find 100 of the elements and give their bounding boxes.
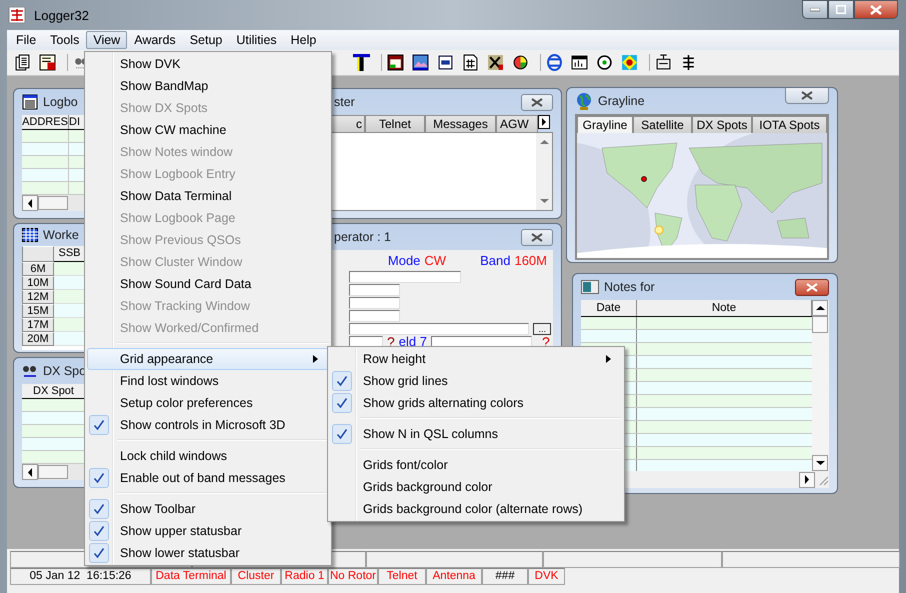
close-button[interactable] bbox=[521, 228, 553, 246]
input-field[interactable] bbox=[349, 296, 400, 308]
globe-icon[interactable] bbox=[540, 54, 563, 71]
menu-item[interactable]: Show N in QSL columns bbox=[330, 423, 622, 445]
status-cell: ### bbox=[482, 568, 528, 585]
tab[interactable]: DX Spots bbox=[692, 116, 752, 133]
document-icon[interactable] bbox=[39, 54, 56, 71]
menu-bar-item[interactable]: Setup bbox=[182, 31, 230, 49]
app-icon bbox=[8, 7, 26, 23]
scroll-down-icon bbox=[816, 460, 824, 466]
disc-icon[interactable] bbox=[596, 54, 613, 71]
maximize-button[interactable] bbox=[828, 0, 854, 19]
menu-item[interactable]: Show controls in Microsoft 3D bbox=[87, 414, 329, 436]
column-header: SSB bbox=[54, 246, 86, 262]
picture-icon[interactable] bbox=[412, 54, 429, 71]
diamond-icon[interactable] bbox=[621, 54, 638, 71]
window-icon[interactable] bbox=[381, 54, 404, 71]
tab-scroll-button[interactable] bbox=[538, 115, 550, 129]
scroll-up-icon bbox=[816, 305, 824, 311]
close-icon bbox=[531, 98, 543, 106]
close-button[interactable] bbox=[795, 278, 829, 296]
minimize-button[interactable] bbox=[802, 0, 828, 19]
close-button[interactable] bbox=[521, 94, 553, 110]
column-header[interactable]: ADDRES bbox=[22, 115, 69, 129]
menu-item[interactable]: Show upper statusbar bbox=[87, 520, 329, 542]
corner-cell bbox=[22, 246, 54, 262]
row-header: 15M bbox=[22, 304, 54, 318]
menu-item[interactable]: Show BandMap bbox=[87, 75, 329, 97]
tab[interactable]: Satellite bbox=[633, 116, 692, 133]
t-shape-icon[interactable] bbox=[353, 54, 370, 71]
band-value: 160M bbox=[514, 253, 547, 268]
input-field[interactable] bbox=[349, 336, 383, 348]
input-field[interactable] bbox=[349, 310, 400, 322]
menu-item[interactable]: Show DVK bbox=[87, 53, 329, 75]
status-cell: Data Terminal bbox=[151, 568, 231, 585]
tab[interactable]: IOTA Spots bbox=[752, 116, 827, 133]
menu-item[interactable]: Show grid lines bbox=[330, 370, 622, 392]
tab[interactable]: Telnet bbox=[365, 115, 425, 132]
input-field[interactable] bbox=[349, 284, 400, 296]
scroll-thumb[interactable] bbox=[38, 465, 68, 479]
scrollbar[interactable] bbox=[536, 133, 552, 210]
menu-item[interactable]: Grids background color (alternate rows) bbox=[330, 498, 622, 520]
menu-item[interactable]: Show Sound Card Data bbox=[87, 273, 329, 295]
menu-item[interactable]: Show Data Terminal bbox=[87, 185, 329, 207]
menu-item[interactable]: Grid appearance bbox=[87, 348, 329, 370]
input-field[interactable] bbox=[349, 322, 530, 334]
scrollbar[interactable] bbox=[812, 300, 829, 471]
menu-bar-item[interactable]: View bbox=[86, 31, 128, 49]
input-field[interactable] bbox=[349, 270, 461, 282]
menu-item[interactable]: Show lower statusbar bbox=[87, 542, 329, 564]
document-icon[interactable] bbox=[462, 54, 479, 71]
menu-bar-item[interactable]: Utilities bbox=[229, 31, 284, 49]
frame-icon[interactable] bbox=[437, 54, 454, 71]
menu-item[interactable]: Row height bbox=[330, 348, 622, 370]
close-button[interactable] bbox=[854, 0, 898, 19]
menu-bar-item[interactable]: File bbox=[9, 31, 44, 49]
scroll-thumb[interactable] bbox=[812, 316, 828, 333]
window-title: Logger32 bbox=[34, 8, 89, 22]
tab[interactable]: Messages bbox=[425, 115, 496, 132]
close-button[interactable] bbox=[785, 88, 829, 104]
scroll-left-button[interactable] bbox=[22, 195, 38, 211]
scroll-left-icon bbox=[27, 198, 33, 208]
scroll-thumb[interactable] bbox=[38, 196, 68, 210]
menu-item[interactable]: Show Toolbar bbox=[87, 498, 329, 520]
status-cell: Telnet bbox=[378, 568, 426, 585]
scroll-left-button[interactable] bbox=[22, 464, 38, 480]
tools-icon[interactable] bbox=[487, 54, 504, 71]
menu-item[interactable]: Lock child windows bbox=[87, 445, 329, 467]
menu-bar-item[interactable]: Help bbox=[284, 31, 324, 49]
field-label: Mode bbox=[388, 253, 420, 268]
column-header[interactable]: Date bbox=[581, 300, 637, 316]
menu-item[interactable]: Enable out of band messages bbox=[87, 467, 329, 489]
window-icon[interactable] bbox=[571, 54, 588, 71]
tab[interactable]: AGW bbox=[496, 115, 538, 132]
list-icon bbox=[22, 94, 38, 110]
menu-item[interactable]: Setup color preferences bbox=[87, 392, 329, 414]
menu-bar-item[interactable]: Awards bbox=[127, 31, 183, 49]
table-cell bbox=[54, 304, 86, 318]
menu-item[interactable]: Show grids alternating colors bbox=[330, 392, 622, 414]
right-arrow-icon bbox=[541, 118, 547, 126]
window-title: ster bbox=[334, 95, 355, 109]
tab[interactable]: Grayline bbox=[577, 116, 633, 133]
documents-icon[interactable] bbox=[14, 54, 31, 71]
menu-item[interactable]: Grids font/color bbox=[330, 454, 622, 476]
window-title: Logbo bbox=[43, 95, 78, 109]
menu-bar-item[interactable]: Tools bbox=[43, 31, 86, 49]
pie-chart-icon[interactable] bbox=[512, 54, 529, 71]
menu-item[interactable]: Grids background color bbox=[330, 476, 622, 498]
input-field[interactable] bbox=[431, 336, 532, 348]
radio-icon[interactable] bbox=[649, 54, 672, 71]
menu-item[interactable]: Find lost windows bbox=[87, 370, 329, 392]
note-icon bbox=[581, 280, 599, 294]
network-icon[interactable] bbox=[680, 54, 697, 71]
row-header: 10M bbox=[22, 276, 54, 290]
row-header: 12M bbox=[22, 290, 54, 304]
scroll-right-icon bbox=[804, 475, 810, 484]
browse-button[interactable]: ... bbox=[533, 322, 551, 334]
grid-icon bbox=[22, 228, 38, 242]
close-icon bbox=[531, 232, 543, 242]
maximize-icon bbox=[836, 5, 846, 14]
